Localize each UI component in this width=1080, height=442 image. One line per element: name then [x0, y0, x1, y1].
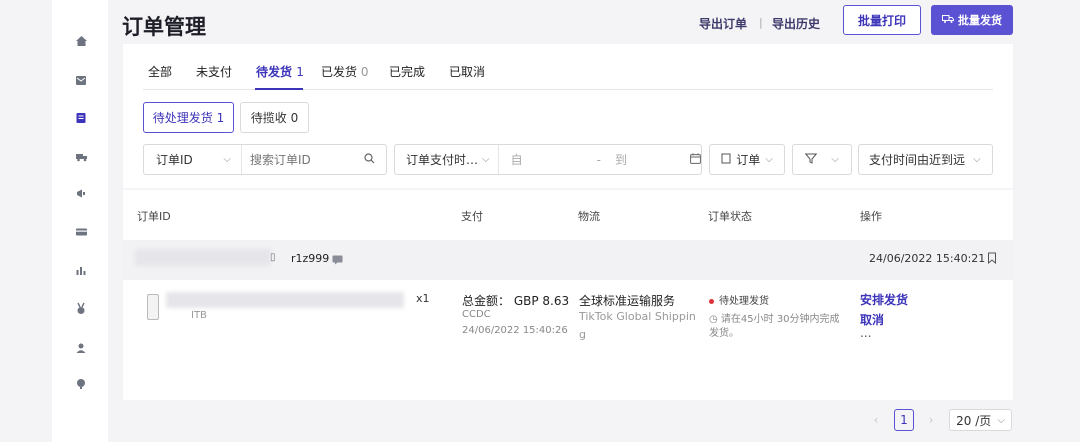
order-search-group: 订单ID ⌵ [143, 144, 387, 175]
total-value: GBP 8.63 [513, 294, 570, 308]
page-title: 订单管理 [122, 15, 206, 39]
date-type-select[interactable]: 订单支付时… ⌵ [395, 145, 499, 174]
prev-page-button[interactable]: ‹ [867, 409, 885, 431]
finance-icon[interactable] [74, 225, 88, 239]
date-type-value: 订单支付时… [406, 153, 479, 167]
tab-cancelled[interactable]: 已取消 [449, 63, 485, 80]
payment-total: 总金额： GBP 8.63 [462, 292, 569, 309]
tab-label: 未支付 [196, 65, 233, 79]
chevron-down-icon: ⌵ [223, 154, 231, 165]
analytics-icon[interactable] [74, 263, 88, 277]
support-icon[interactable] [74, 377, 88, 391]
calendar-icon[interactable] [690, 152, 701, 167]
home-icon[interactable] [74, 34, 88, 48]
date-dash: - [596, 152, 601, 167]
tab-unpaid[interactable]: 未支付 [196, 63, 232, 80]
header-separator: | [759, 16, 763, 29]
id-type-select[interactable]: 订单ID ⌵ [144, 145, 242, 174]
export-history-link[interactable]: 导出历史 [772, 15, 820, 32]
rewards-icon[interactable] [74, 301, 88, 315]
logistics-provider: TikTok Global Shippin [579, 310, 696, 323]
flag-icon [721, 153, 731, 167]
buyer-name[interactable]: r1z999 [291, 252, 329, 265]
status-label: 待处理发货 [719, 296, 769, 307]
orders-table: 订单ID 支付 物流 订单状态 操作 ▯ r1z999 24/06/2022 1… [123, 190, 1013, 400]
subtab-awaiting-pickup[interactable]: 待揽收 0 [240, 102, 309, 133]
order-header-row: ▯ r1z999 24/06/2022 15:40:21 [123, 240, 1013, 280]
active-tab-indicator [255, 88, 303, 90]
payment-time: 24/06/2022 15:40:26 [462, 325, 568, 336]
chevron-down-icon: ⌵ [973, 154, 981, 165]
more-actions-button[interactable]: ... [860, 326, 871, 340]
account-icon[interactable] [74, 341, 88, 355]
logistics-provider-wrap: g [579, 328, 586, 341]
status-dot [709, 298, 714, 304]
order-flag-value: 订单 [736, 153, 761, 167]
column-header-logistics: 物流 [578, 210, 600, 223]
redacted-order-id [135, 249, 271, 266]
tab-label: 已发货 [321, 65, 358, 79]
order-status: 待处理发货 [709, 292, 769, 307]
date-from-input[interactable]: 自 [511, 151, 523, 168]
orders-icon[interactable] [74, 111, 88, 125]
sort-value: 支付时间由近到远 [869, 153, 966, 167]
chevron-down-icon: ⌵ [997, 414, 1005, 426]
bulk-print-button[interactable]: 批量打印 [843, 5, 921, 35]
tab-label: 已完成 [389, 65, 426, 79]
tab-to-ship[interactable]: 待发货 1 [256, 63, 304, 80]
chat-icon[interactable] [332, 254, 343, 268]
chevron-down-icon: ⌵ [831, 154, 839, 165]
product-code: ITB [191, 310, 207, 321]
page-size-select[interactable]: 20 /页 ⌵ [949, 409, 1012, 431]
advanced-filter-select[interactable]: ⌵ [792, 144, 852, 175]
logistics-service: 全球标准运输服务 [579, 294, 676, 308]
ship-deadline-note: ◷ 请在45小时 30分钟内完成 [709, 310, 840, 325]
order-flag-select[interactable]: 订单 ⌵ [709, 144, 785, 175]
column-header-order-id: 订单ID [137, 210, 171, 223]
product-quantity: x1 [416, 292, 430, 305]
total-label: 总金额： [462, 294, 511, 308]
tab-completed[interactable]: 已完成 [389, 63, 425, 80]
bulk-ship-button[interactable]: 批量发货 [931, 5, 1013, 35]
sort-select[interactable]: 支付时间由近到远 ⌵ [858, 144, 993, 175]
search-input[interactable] [250, 152, 360, 167]
tab-all[interactable]: 全部 [148, 63, 172, 80]
payment-method: CCDC [462, 309, 491, 320]
filter-panel: 全部 未支付 待发货 1 已发货 0 已完成 已取消 待处理发货 1 待揽收 0… [123, 44, 1013, 188]
mail-icon[interactable] [74, 73, 88, 87]
bulk-ship-label: 批量发货 [958, 14, 1002, 27]
marketing-icon[interactable] [74, 186, 88, 200]
tab-count: 1 [296, 65, 304, 79]
truck-icon [942, 14, 954, 27]
next-page-button[interactable]: › [922, 409, 940, 431]
ship-deadline-note-wrap: 发货。 [709, 328, 739, 339]
filter-icon [804, 153, 818, 167]
tab-label: 全部 [148, 65, 173, 79]
product-thumbnail[interactable] [147, 294, 159, 320]
bookmark-icon[interactable] [987, 252, 997, 267]
column-header-payment: 支付 [461, 210, 483, 223]
id-type-value: 订单ID [156, 153, 193, 167]
tab-count: 0 [360, 65, 369, 79]
column-header-status: 订单状态 [708, 210, 752, 223]
tab-label: 待发货 [256, 65, 293, 79]
column-header-actions: 操作 [860, 210, 882, 223]
tab-shipped[interactable]: 已发货 0 [321, 63, 368, 80]
redacted-product-name [166, 292, 404, 308]
subtab-pending-ship[interactable]: 待处理发货 1 [143, 102, 234, 133]
chevron-down-icon: ⌵ [482, 154, 490, 165]
copy-icon[interactable]: ▯ [270, 252, 276, 263]
export-orders-link[interactable]: 导出订单 [699, 15, 747, 32]
chevron-down-icon: ⌵ [765, 154, 773, 165]
tab-label: 已取消 [449, 65, 486, 79]
date-to-input[interactable]: 到 [615, 151, 627, 168]
arrange-shipment-link[interactable]: 安排发货 [860, 291, 908, 308]
date-range-group: 订单支付时… ⌵ 自 - 到 [394, 144, 702, 175]
search-icon[interactable] [364, 152, 375, 167]
page-size-value: 20 /页 [956, 413, 992, 428]
shipping-icon[interactable] [74, 150, 88, 164]
sidebar [52, 0, 108, 442]
order-created-time: 24/06/2022 15:40:21 [869, 252, 986, 265]
page-number-button[interactable]: 1 [894, 409, 914, 431]
